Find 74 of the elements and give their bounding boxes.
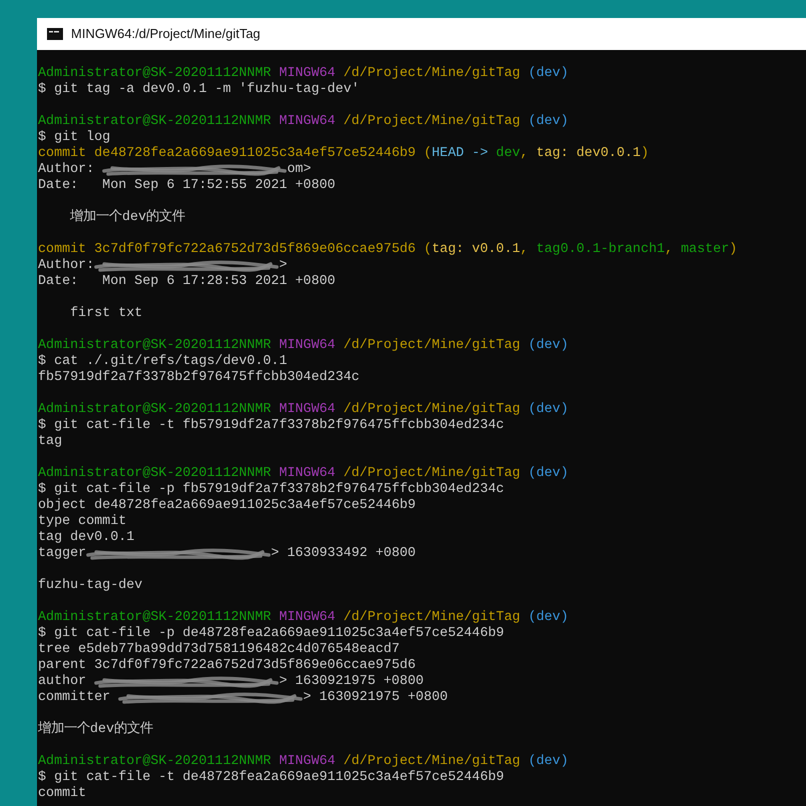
terminal-text: fuzhu-tag-dev [38, 578, 142, 594]
terminal-text: MINGW64 [279, 338, 336, 354]
window-title: MINGW64:/d/Project/Mine/gitTag [71, 25, 260, 44]
terminal-text: committer [38, 690, 112, 706]
terminal-text: Date: Mon Sep 6 17:28:53 2021 +0800 [38, 274, 336, 290]
terminal-text: $ git cat-file -p fb57919df2a7f3378b2f976475ffcbb304ed234c [38, 482, 504, 498]
terminal-text: Administrator@SK-20201112NNMR [38, 66, 272, 82]
terminal-text: tag [38, 434, 62, 450]
terminal-text: om> [287, 162, 312, 178]
terminal-text: type commit [38, 514, 126, 530]
terminal-text: Administrator@SK-20201112NNMR [38, 114, 272, 130]
terminal-text: tag: dev0.0.1 [536, 146, 641, 162]
terminal-text: fb57919df2a7f3378b2f976475ffcbb304ed234c [38, 370, 360, 386]
terminal-text: MINGW64 [279, 114, 336, 130]
terminal-text: tag0.0.1-branch1 [536, 242, 665, 258]
terminal-text: Administrator@SK-20201112NNMR [38, 466, 272, 482]
terminal-text: MINGW64 [279, 402, 336, 418]
terminal-text: ) [729, 242, 738, 258]
terminal-text: dev [496, 146, 520, 162]
terminal-text: $ cat ./.git/refs/tags/dev0.0.1 [38, 354, 288, 370]
terminal-text: MINGW64 [279, 610, 336, 626]
terminal-text: object de48728fea2a669ae911025c3a4ef57ce52446b9 [38, 498, 416, 514]
terminal-text: $ git cat-file -t de48728fea2a669ae911025c3a4ef57ce52446b9 [38, 770, 504, 786]
terminal-text: 增加一个dev的文件 [69, 210, 186, 226]
terminal-text: MINGW64 [279, 466, 336, 482]
terminal-text: > 1630933492 +0800 [271, 546, 416, 562]
terminal-text: (dev) [528, 66, 568, 82]
terminal-text: (dev) [528, 610, 568, 626]
terminal-text: > 1630921975 +0800 [303, 690, 448, 706]
terminal-text: commit de48728fea2a669ae911025c3a4ef57ce52446b9 ( [38, 146, 432, 162]
terminal-text: Author: [38, 258, 94, 274]
terminal-text: (dev) [528, 754, 568, 770]
terminal-text: HEAD -> [432, 146, 488, 162]
terminal-text: parent 3c7df0f79fc722a6752d73d5f869e06ccae975d6 [38, 658, 416, 674]
terminal-text: first txt [69, 306, 142, 322]
terminal-text: /d/Project/Mine/gitTag [343, 114, 520, 130]
terminal-text: tree e5deb77ba99dd73d7581196482c4d076548eacd7 [38, 642, 400, 658]
terminal-text: author [38, 674, 88, 690]
terminal-text: $ git cat-file -p de48728fea2a669ae911025c3a4ef57ce52446b9 [38, 626, 504, 642]
console-icon [47, 28, 63, 40]
terminal-text: /d/Project/Mine/gitTag [343, 466, 520, 482]
terminal-text: tag dev0.0.1 [38, 530, 134, 546]
terminal-text: Administrator@SK-20201112NNMR [38, 402, 272, 418]
terminal-text: Administrator@SK-20201112NNMR [38, 754, 272, 770]
terminal-text: (dev) [528, 402, 568, 418]
terminal-text: MINGW64 [279, 754, 336, 770]
terminal-text: , [520, 146, 528, 162]
terminal-text: , [664, 242, 673, 258]
terminal-text: MINGW64 [279, 66, 336, 82]
terminal-text: $ git log [38, 130, 110, 146]
terminal-text: tagger [38, 546, 86, 562]
terminal-text: (dev) [528, 114, 568, 130]
terminal-text: Date: Mon Sep 6 17:52:55 2021 +0800 [38, 178, 336, 194]
terminal-text: , [520, 242, 528, 258]
terminal-text: /d/Project/Mine/gitTag [343, 402, 520, 418]
terminal-text: > [279, 258, 288, 274]
terminal-text: $ git cat-file -t fb57919df2a7f3378b2f976475ffcbb304ed234c [38, 418, 504, 434]
terminal-text: (dev) [528, 466, 568, 482]
terminal-text: /d/Project/Mine/gitTag [343, 66, 520, 82]
terminal-text: /d/Project/Mine/gitTag [343, 754, 520, 770]
terminal-text: /d/Project/Mine/gitTag [343, 338, 520, 354]
terminal-text: commit [38, 786, 86, 802]
terminal-text: /d/Project/Mine/gitTag [343, 610, 520, 626]
terminal-text: > 1630921975 +0800 [279, 674, 424, 690]
terminal-text: 增加一个dev的文件 [38, 722, 154, 738]
terminal-text: tag: v0.0.1 [432, 242, 520, 258]
terminal-text: master [680, 242, 730, 258]
terminal-text: Administrator@SK-20201112NNMR [38, 610, 272, 626]
terminal-text: ) [640, 146, 649, 162]
terminal-text: Author: [38, 162, 96, 178]
terminal-text: Administrator@SK-20201112NNMR [38, 338, 272, 354]
terminal-text: commit 3c7df0f79fc722a6752d73d5f869e06ccae975d6 ( [38, 242, 432, 258]
terminal-text: (dev) [528, 338, 568, 354]
terminal-text: $ git tag -a dev0.0.1 -m 'fuzhu-tag-dev' [38, 82, 360, 98]
